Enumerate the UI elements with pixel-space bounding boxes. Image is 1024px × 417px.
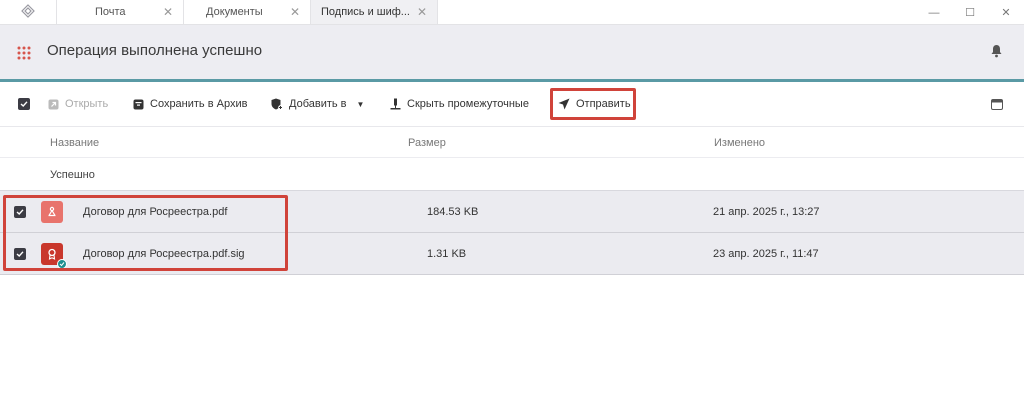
close-icon[interactable]: ✕ <box>163 5 173 19</box>
open-icon <box>48 99 59 110</box>
tab-bar: Почта ✕ Документы ✕ Подпись и шиф... ✕ —… <box>0 0 1024 25</box>
save-to-archive-button[interactable]: Сохранить в Архив <box>133 96 247 112</box>
send-button-highlight <box>550 88 636 120</box>
app-logo-icon[interactable] <box>0 0 57 24</box>
column-name-header[interactable]: Название <box>50 137 99 149</box>
close-window-button[interactable]: ✕ <box>988 6 1024 19</box>
tab-mail-label: Почта <box>95 6 126 18</box>
rows-highlight <box>3 195 288 271</box>
layout-panel-icon[interactable] <box>991 96 1003 112</box>
tab-documents-label: Документы <box>206 6 263 18</box>
window-controls: — ☐ ✕ <box>916 0 1024 25</box>
bell-icon[interactable] <box>990 44 1003 63</box>
chevron-down-icon: ▼ <box>356 99 365 109</box>
group-label: Успешно <box>50 169 95 181</box>
tab-mail[interactable]: Почта ✕ <box>57 0 184 24</box>
archive-label: Сохранить в Архив <box>150 98 248 110</box>
table-header: Название Размер Изменено <box>0 127 1024 158</box>
toolbar: Открыть Сохранить в Архив Добавить в ▼ С… <box>0 82 1024 127</box>
hide-intermediate-label: Скрыть промежуточные <box>407 98 529 110</box>
file-modified: 21 апр. 2025 г., 13:27 <box>713 206 820 218</box>
column-size-header[interactable]: Размер <box>408 137 446 149</box>
tab-sign-encrypt[interactable]: Подпись и шиф... ✕ <box>311 0 438 24</box>
pin-icon <box>390 98 401 110</box>
tab-documents[interactable]: Документы ✕ <box>184 0 311 24</box>
apps-grid-icon[interactable] <box>17 46 31 65</box>
archive-icon <box>133 99 144 110</box>
open-button[interactable]: Открыть <box>48 96 108 112</box>
add-label: Добавить в <box>289 98 347 110</box>
select-all-checkbox[interactable] <box>18 96 30 112</box>
close-icon[interactable]: ✕ <box>417 5 427 19</box>
open-label: Открыть <box>65 98 109 110</box>
minimize-button[interactable]: — <box>916 7 952 19</box>
hide-intermediate-button[interactable]: Скрыть промежуточные <box>390 96 529 112</box>
shield-plus-icon <box>271 98 283 110</box>
page-header: Операция выполнена успешно <box>0 25 1024 79</box>
group-header-success: Успешно <box>0 158 1024 191</box>
add-to-dropdown[interactable]: Добавить в ▼ <box>271 96 364 112</box>
close-icon[interactable]: ✕ <box>290 5 300 19</box>
file-size: 184.53 KB <box>427 206 479 218</box>
column-modified-header[interactable]: Изменено <box>714 137 765 149</box>
tab-sign-encrypt-label: Подпись и шиф... <box>321 6 410 18</box>
maximize-button[interactable]: ☐ <box>952 6 988 19</box>
page-title: Операция выполнена успешно <box>47 42 263 59</box>
file-size: 1.31 KB <box>427 248 467 260</box>
file-modified: 23 апр. 2025 г., 11:47 <box>713 248 819 260</box>
